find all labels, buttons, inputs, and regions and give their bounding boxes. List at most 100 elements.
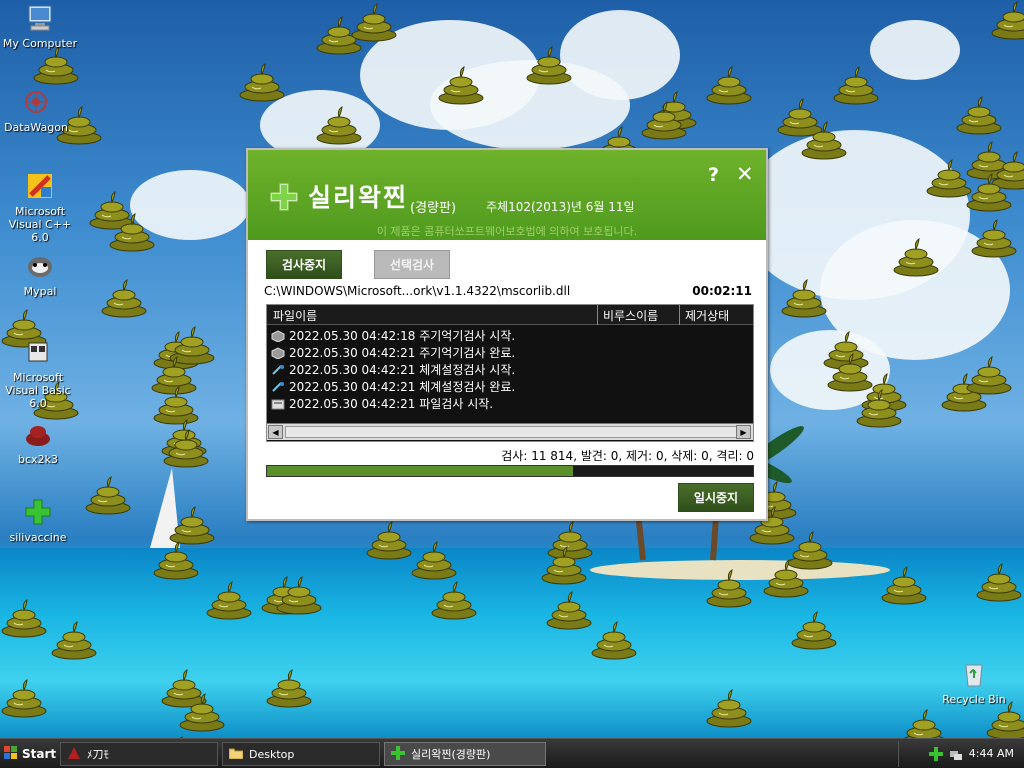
desktop-icon-visual-cpp[interactable]: Microsoft Visual C++ 6.0 bbox=[0, 170, 80, 244]
log-row[interactable]: 2022.05.30 04:42:18 주기억기검사 시작. bbox=[271, 327, 515, 344]
poop-icon bbox=[108, 212, 156, 252]
log-row[interactable]: 2022.05.30 04:42:21 주기억기검사 완료. bbox=[271, 344, 515, 361]
windows-logo-icon bbox=[4, 745, 18, 763]
copyright-notice: 이 제품은 콤퓨터쏘프트웨어보호법에 의하여 보호됩니다. bbox=[376, 225, 638, 238]
column-removal-status[interactable]: 제거상태 bbox=[685, 307, 729, 324]
poop-icon bbox=[430, 580, 478, 620]
scan-log-list[interactable]: 파일이름 비루스이름 제거상태 2022.05.30 04:42:18 주기억기… bbox=[266, 304, 754, 442]
desktop-icon-label: bcx2k3 bbox=[18, 453, 58, 466]
poop-icon bbox=[985, 700, 1024, 740]
poop-icon bbox=[762, 558, 810, 598]
poop-icon bbox=[178, 692, 226, 732]
poop-icon bbox=[50, 620, 98, 660]
poop-icon bbox=[410, 540, 458, 580]
log-text: 2022.05.30 04:42:21 체계설정검사 완료. bbox=[289, 380, 516, 394]
desktop-icon-recycle-bin[interactable]: Recycle Bin bbox=[934, 658, 1014, 706]
log-row[interactable]: 2022.05.30 04:42:21 파일검사 시작. bbox=[271, 395, 493, 412]
bcx2k3-icon bbox=[22, 418, 54, 450]
log-text: 2022.05.30 04:42:21 체계설정검사 시작. bbox=[289, 363, 516, 377]
desktop-icon-silivaccine[interactable]: silivaccine bbox=[0, 496, 78, 544]
task-label: 실리왁찐(경량판) bbox=[411, 748, 491, 761]
poop-icon bbox=[0, 598, 48, 638]
poop-icon bbox=[590, 620, 638, 660]
poop-icon bbox=[790, 610, 838, 650]
progress-fill bbox=[267, 466, 574, 476]
poop-icon bbox=[892, 237, 940, 277]
poop-icon bbox=[275, 575, 323, 615]
task-label: ﾒ刀ﾓ bbox=[87, 748, 109, 761]
poop-icon bbox=[350, 2, 398, 42]
scan-progress-bar bbox=[266, 465, 754, 477]
log-row[interactable]: 2022.05.30 04:42:21 체계설정검사 완료. bbox=[271, 378, 515, 395]
poop-icon bbox=[880, 565, 928, 605]
memory-icon bbox=[271, 329, 285, 343]
poop-icon bbox=[315, 105, 363, 145]
scroll-right-icon[interactable]: ▶ bbox=[736, 425, 751, 439]
taskbar-item-app1[interactable]: ﾒ刀ﾓ bbox=[60, 742, 218, 766]
elapsed-timer: 00:02:11 bbox=[692, 284, 752, 298]
log-row[interactable]: 2022.05.30 04:42:21 체계설정검사 시작. bbox=[271, 361, 515, 378]
desktop-icon-bcx2k3[interactable]: bcx2k3 bbox=[0, 418, 78, 466]
poop-icon bbox=[32, 45, 80, 85]
silivaccine-window: 실리왁찐 (경량판) 주체102(2013)년 6월 11일 이 제품은 콤퓨터… bbox=[246, 148, 768, 521]
poop-icon bbox=[162, 428, 210, 468]
poop-icon bbox=[0, 678, 48, 718]
desktop-icon-datawagon[interactable]: DataWagon bbox=[0, 86, 76, 134]
scroll-left-icon[interactable]: ◀ bbox=[268, 425, 283, 439]
desktop-icon-visual-basic[interactable]: Microsoft Visual Basic 6.0 bbox=[0, 336, 78, 410]
log-header: 파일이름 비루스이름 제거상태 bbox=[267, 305, 753, 325]
desktop-icon-label: Microsoft Visual C++ 6.0 bbox=[8, 205, 72, 244]
task-label: Desktop bbox=[249, 747, 295, 761]
log-text: 2022.05.30 04:42:21 파일검사 시작. bbox=[289, 397, 494, 411]
poop-icon bbox=[152, 540, 200, 580]
tray-network-icon[interactable] bbox=[949, 747, 963, 764]
settings-icon bbox=[271, 364, 285, 376]
poop-icon bbox=[965, 172, 1013, 212]
column-file-name[interactable]: 파일이름 bbox=[273, 307, 317, 324]
poop-icon bbox=[705, 568, 753, 608]
tray-silivaccine-icon[interactable] bbox=[929, 747, 943, 764]
pause-button[interactable]: 일시중지 bbox=[678, 483, 754, 512]
taskbar-item-silivaccine[interactable]: 실리왁찐(경량판) bbox=[384, 742, 546, 766]
poop-icon bbox=[975, 562, 1023, 602]
poop-icon bbox=[965, 355, 1013, 395]
desktop-icon-mypal[interactable]: Mypal bbox=[0, 250, 80, 298]
desktop-icon-label: DataWagon bbox=[4, 121, 68, 134]
system-tray: 4:44 AM bbox=[898, 741, 1024, 767]
scan-statistics: 검사: 11 814, 발견: 0, 제거: 0, 삭제: 0, 격리: 0 bbox=[501, 449, 754, 463]
desktop-icon-my-computer[interactable]: My Computer bbox=[0, 2, 80, 50]
poop-icon bbox=[955, 95, 1003, 135]
window-header: 실리왁찐 (경량판) 주체102(2013)년 6월 11일 이 제품은 콤퓨터… bbox=[248, 150, 766, 240]
poop-icon bbox=[855, 388, 903, 428]
poop-icon bbox=[545, 590, 593, 630]
folder-icon bbox=[228, 747, 244, 762]
clock[interactable]: 4:44 AM bbox=[969, 747, 1014, 760]
select-scan-button[interactable]: 선택검사 bbox=[374, 250, 450, 279]
start-label: Start bbox=[22, 747, 57, 761]
taskbar-item-desktop[interactable]: Desktop bbox=[222, 742, 380, 766]
column-virus-name[interactable]: 비루스이름 bbox=[603, 307, 658, 324]
scroll-thumb[interactable] bbox=[285, 426, 737, 438]
horizontal-scrollbar[interactable]: ◀ ▶ bbox=[267, 423, 753, 440]
datawagon-icon bbox=[20, 86, 52, 118]
green-cross-icon bbox=[270, 183, 298, 214]
poop-icon bbox=[800, 120, 848, 160]
stop-scan-button[interactable]: 검사중지 bbox=[266, 250, 342, 279]
memory-icon bbox=[271, 346, 285, 360]
help-button[interactable]: ? bbox=[708, 164, 719, 186]
poop-icon bbox=[705, 688, 753, 728]
poop-icon bbox=[205, 580, 253, 620]
green-cross-icon bbox=[391, 745, 405, 763]
visual-basic-icon bbox=[22, 336, 54, 368]
start-button[interactable]: Start bbox=[0, 741, 56, 767]
poop-icon bbox=[365, 520, 413, 560]
recycle-bin-icon bbox=[958, 658, 990, 690]
taskbar: Start ﾒ刀ﾓ Desktop 실리왁찐(경량판) 4:44 AM bbox=[0, 738, 1024, 768]
poop-icon bbox=[525, 45, 573, 85]
close-button[interactable]: ✕ bbox=[736, 162, 754, 186]
poop-icon bbox=[990, 0, 1024, 40]
app-title: 실리왁찐 bbox=[308, 183, 409, 212]
poop-icon bbox=[168, 505, 216, 545]
app-edition: (경량판) bbox=[410, 201, 457, 216]
visual-cpp-icon bbox=[24, 170, 56, 202]
